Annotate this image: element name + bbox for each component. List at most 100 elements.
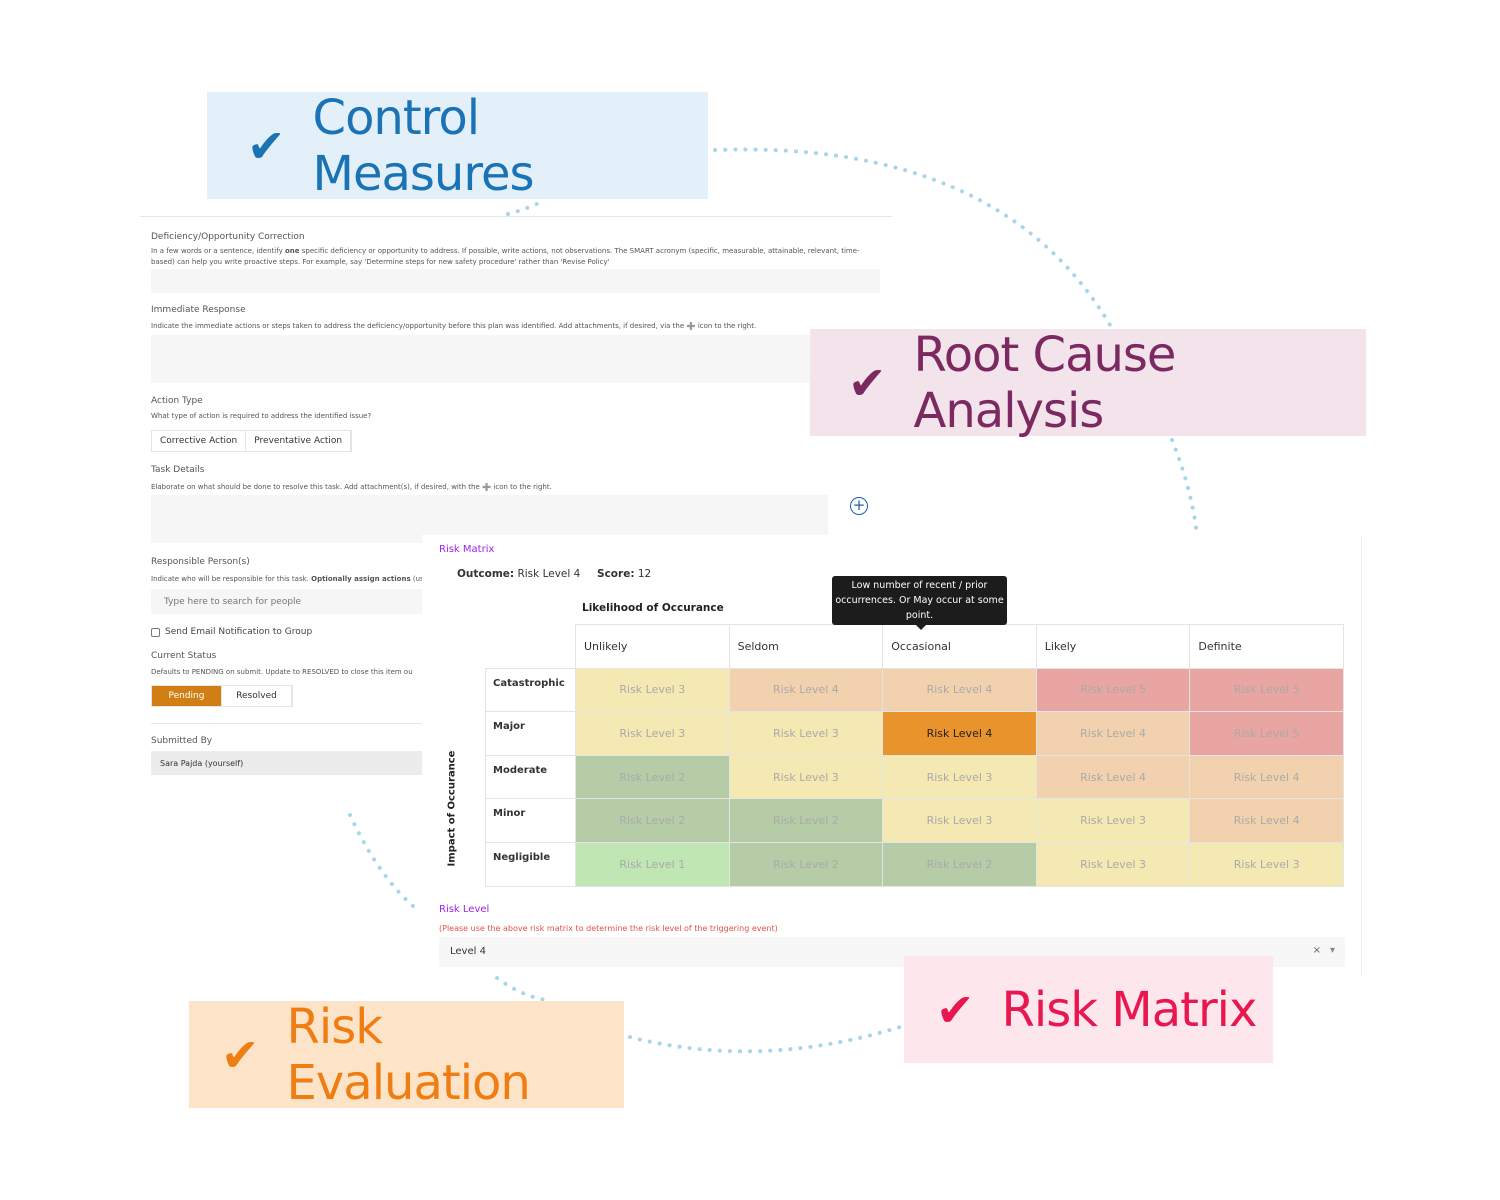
current-status-label: Current Status bbox=[151, 651, 217, 661]
risk-matrix-cell[interactable]: Risk Level 3 bbox=[575, 667, 730, 713]
risk-matrix-cell[interactable]: Risk Level 4 bbox=[1189, 754, 1344, 800]
action-type-toggle: Corrective Action Preventative Action bbox=[151, 430, 353, 452]
risk-matrix-cell[interactable]: Risk Level 2 bbox=[728, 841, 884, 887]
hint-text: Elaborate on what should be done to reso… bbox=[151, 483, 482, 491]
impact-row-header: Major bbox=[485, 711, 576, 756]
likelihood-column-header[interactable]: Occasional bbox=[882, 624, 1037, 669]
add-attachment-icon[interactable]: + bbox=[850, 497, 868, 515]
hint-text: In a few words or a sentence, identify bbox=[151, 247, 285, 255]
email-notification-label: Send Email Notification to Group bbox=[165, 627, 313, 637]
risk-matrix-cell[interactable]: Risk Level 3 bbox=[728, 754, 884, 800]
matrix-row: Moderate Risk Level 2 Risk Level 3 Risk Lev… bbox=[485, 754, 1344, 800]
chevron-down-icon[interactable]: ▾ bbox=[1330, 945, 1335, 956]
risk-matrix-cell[interactable]: Risk Level 5 bbox=[1189, 667, 1344, 713]
email-notification-checkbox[interactable] bbox=[151, 627, 160, 637]
risk-matrix-cell[interactable]: Risk Level 2 bbox=[882, 841, 1037, 887]
impact-row-header: Negligible bbox=[485, 841, 576, 887]
likelihood-column-header[interactable]: Likely bbox=[1035, 624, 1191, 669]
badge-label: Risk Matrix bbox=[1001, 981, 1258, 1038]
hint-text: icon to the right. bbox=[491, 483, 552, 491]
connector-root-to-matrix bbox=[1170, 438, 1199, 537]
risk-matrix-cell[interactable]: Risk Level 2 bbox=[575, 754, 730, 800]
score-label: Score: bbox=[597, 568, 635, 580]
outcome-value: Risk Level 4 bbox=[517, 568, 581, 580]
risk-matrix-cell[interactable]: Risk Level 5 bbox=[1189, 711, 1344, 756]
risk-matrix-table: Unlikely Seldom Occasional Likely Definite Ca… bbox=[485, 624, 1344, 887]
immediate-response-textarea[interactable] bbox=[151, 335, 880, 383]
risk-level-value: Level 4 bbox=[450, 946, 486, 957]
impact-row-header: Catastrophic bbox=[485, 667, 576, 713]
impact-row-header: Minor bbox=[485, 798, 576, 843]
connector-control-to-form bbox=[506, 198, 547, 216]
matrix-row: Catastrophic Risk Level 3 Risk Level 4 Risk… bbox=[485, 667, 1344, 713]
hint-text: Indicate who will be responsible for thi… bbox=[151, 575, 312, 583]
task-details-label: Task Details bbox=[151, 465, 205, 475]
matrix-row: Negligible Risk Level 1 Risk Level 2 Risk L… bbox=[485, 841, 1344, 887]
immediate-response-hint: Indicate the immediate actions or steps … bbox=[151, 321, 876, 332]
resolved-button[interactable]: Resolved bbox=[222, 686, 292, 706]
risk-level-hint: (Please use the above risk matrix to det… bbox=[439, 924, 778, 933]
risk-matrix-cell[interactable]: Risk Level 3 bbox=[1035, 841, 1191, 887]
risk-matrix-badge: ✔ Risk Matrix bbox=[904, 956, 1273, 1063]
outcome-label: Outcome: bbox=[457, 568, 515, 580]
likelihood-column-header[interactable]: Unlikely bbox=[575, 624, 730, 669]
risk-matrix-cell[interactable]: Risk Level 5 bbox=[1035, 667, 1191, 713]
checkmark-icon: ✔ bbox=[936, 982, 975, 1037]
risk-matrix-title: Risk Matrix bbox=[439, 544, 495, 555]
action-type-hint: What type of action is required to addre… bbox=[151, 412, 372, 420]
connector-form-to-risk-level bbox=[348, 813, 422, 914]
outcome-summary: Outcome: Risk Level 4 Score: 12 bbox=[457, 568, 651, 580]
risk-matrix-cell[interactable]: Risk Level 4 bbox=[1035, 754, 1191, 800]
hint-text: icon to the right. bbox=[695, 322, 757, 330]
likelihood-tooltip: Low number of recent / prior occurrences… bbox=[832, 576, 1007, 630]
risk-matrix-cell[interactable]: Risk Level 4 bbox=[1189, 798, 1344, 843]
risk-matrix-cell[interactable]: Risk Level 4 bbox=[882, 711, 1037, 756]
task-details-hint: Elaborate on what should be done to reso… bbox=[151, 482, 876, 493]
status-toggle: Pending Resolved bbox=[151, 685, 293, 707]
risk-matrix-cell[interactable]: Risk Level 1 bbox=[575, 841, 730, 887]
plus-icon: ✚ bbox=[686, 319, 696, 333]
control-measures-badge: ✔ Control Measures bbox=[207, 90, 708, 202]
deficiency-textarea[interactable] bbox=[151, 269, 880, 293]
checkmark-icon: ✔ bbox=[848, 355, 887, 410]
pending-button[interactable]: Pending bbox=[152, 686, 222, 706]
submitted-by-label: Submitted By bbox=[151, 736, 213, 746]
action-type-label: Action Type bbox=[151, 396, 203, 406]
hint-bold: one bbox=[284, 247, 300, 255]
score-value: 12 bbox=[637, 568, 652, 580]
submitted-by-field: Sara Pajda (yourself) bbox=[151, 751, 423, 775]
matrix-row: Minor Risk Level 2 Risk Level 2 Risk Level … bbox=[485, 798, 1344, 843]
checkmark-icon: ✔ bbox=[221, 1027, 260, 1082]
corrective-action-button[interactable]: Corrective Action bbox=[152, 431, 247, 451]
risk-matrix-cell[interactable]: Risk Level 3 bbox=[1035, 798, 1191, 843]
root-cause-analysis-badge: ✔ Root Cause Analysis bbox=[810, 326, 1366, 439]
risk-matrix-cell[interactable]: Risk Level 4 bbox=[1035, 711, 1191, 756]
risk-matrix-cell[interactable]: Risk Level 3 bbox=[728, 711, 884, 756]
risk-matrix-cell[interactable]: Risk Level 2 bbox=[575, 798, 730, 843]
connector-evaluation-to-matrix bbox=[628, 1025, 902, 1054]
badge-label: Root Cause Analysis bbox=[913, 326, 1177, 439]
risk-matrix-cell[interactable]: Risk Level 3 bbox=[882, 798, 1037, 843]
risk-matrix-cell[interactable]: Risk Level 2 bbox=[728, 798, 884, 843]
risk-matrix-cell[interactable]: Risk Level 3 bbox=[575, 711, 730, 756]
risk-evaluation-badge: ✔ Risk Evaluation bbox=[189, 998, 624, 1111]
likelihood-column-header[interactable]: Seldom bbox=[728, 624, 884, 669]
risk-matrix-cell[interactable]: Risk Level 3 bbox=[1189, 841, 1344, 887]
hint-bold: Optionally assign actions bbox=[311, 575, 411, 583]
clear-icon[interactable]: × bbox=[1313, 945, 1321, 956]
impact-label: Impact of Occurance bbox=[446, 750, 458, 867]
risk-matrix-cell[interactable]: Risk Level 4 bbox=[728, 667, 884, 713]
risk-matrix-cell[interactable]: Risk Level 3 bbox=[882, 754, 1037, 800]
responsible-label: Responsible Person(s) bbox=[151, 557, 250, 567]
badge-label: Risk Evaluation bbox=[286, 998, 531, 1111]
likelihood-column-header[interactable]: Definite bbox=[1189, 624, 1344, 669]
checkmark-icon: ✔ bbox=[247, 118, 286, 173]
deficiency-label: Deficiency/Opportunity Correction bbox=[151, 232, 305, 242]
plus-icon: ✚ bbox=[481, 480, 492, 494]
responsible-hint: Indicate who will be responsible for thi… bbox=[151, 574, 423, 585]
risk-matrix-cell[interactable]: Risk Level 4 bbox=[882, 667, 1037, 713]
email-notification-row: Send Email Notification to Group bbox=[151, 627, 312, 637]
divider bbox=[151, 723, 423, 724]
preventative-action-button[interactable]: Preventative Action bbox=[246, 431, 352, 451]
people-search-input[interactable] bbox=[151, 589, 423, 614]
